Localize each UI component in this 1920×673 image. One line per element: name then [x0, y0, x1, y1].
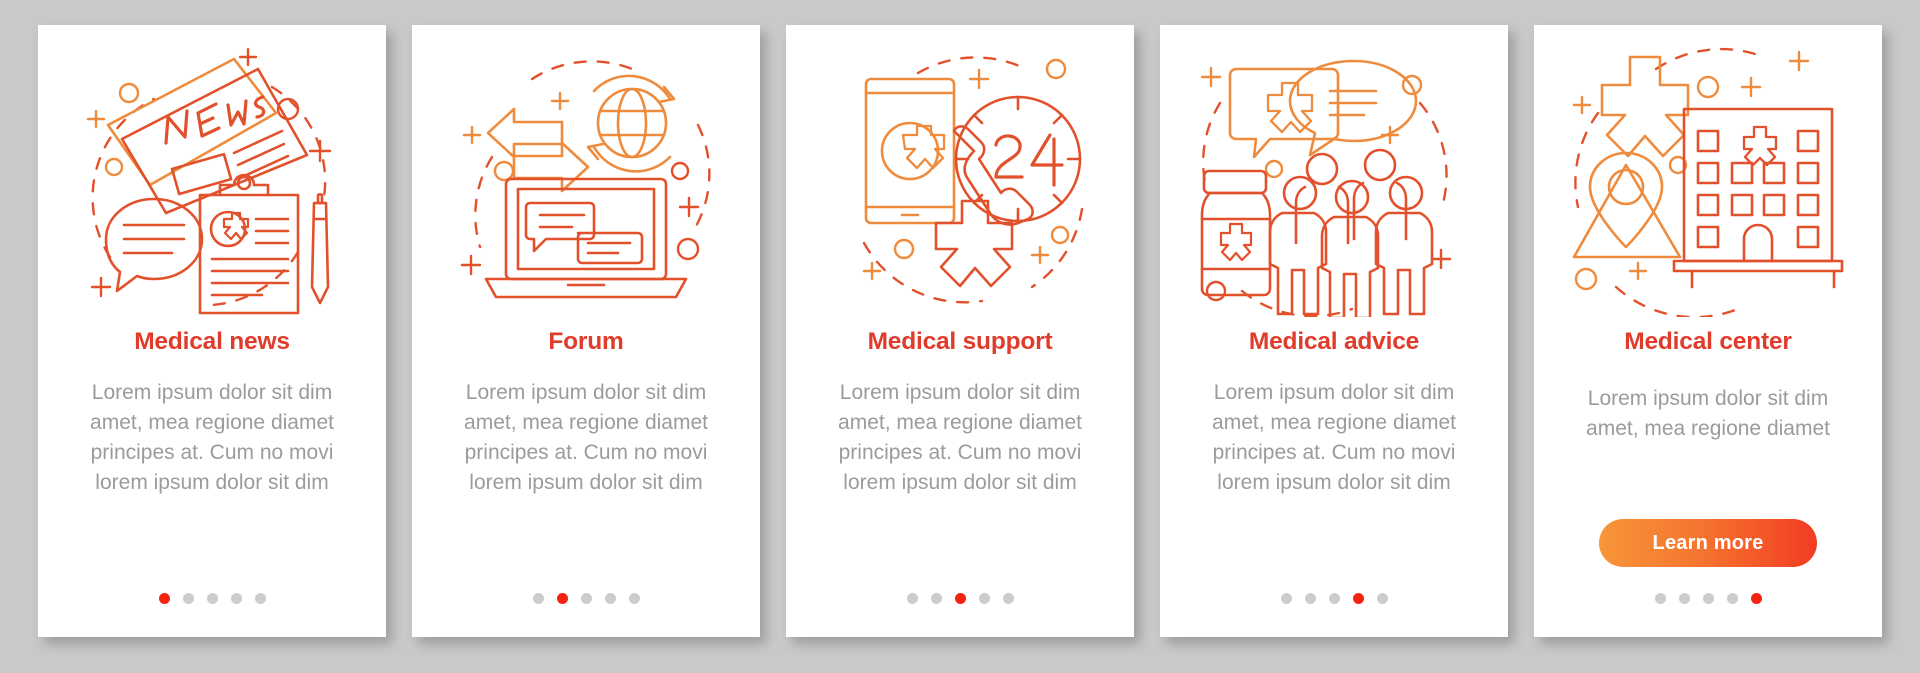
pagination-dot[interactable] — [1002, 593, 1014, 604]
pagination-dot[interactable] — [206, 593, 218, 604]
pagination-dot[interactable] — [1750, 593, 1762, 604]
pagination-dots[interactable] — [906, 593, 1014, 604]
card-description: Lorem ipsum dolor sit dim amet, mea regi… — [1212, 380, 1456, 494]
pagination-dot[interactable] — [628, 593, 640, 604]
card-title: Forum — [548, 328, 624, 355]
pagination-dot[interactable] — [978, 593, 990, 604]
pagination-dots[interactable] — [1280, 593, 1388, 604]
pagination-dot[interactable] — [604, 593, 616, 604]
pagination-dot[interactable] — [254, 593, 266, 604]
pagination-dots[interactable] — [1654, 593, 1762, 604]
card-description: Lorem ipsum dolor sit dim amet, mea regi… — [464, 380, 708, 494]
card-description: Lorem ipsum dolor sit dim amet, mea regi… — [90, 380, 334, 494]
pagination-dot[interactable] — [1280, 593, 1292, 604]
pagination-dot[interactable] — [1328, 593, 1340, 604]
pagination-dot[interactable] — [1352, 593, 1364, 604]
pagination-dot[interactable] — [1654, 593, 1666, 604]
onboarding-card-medical-center[interactable]: Medical center Lorem ipsum dolor sit dim… — [1534, 25, 1882, 637]
card-description: Lorem ipsum dolor sit dim amet, mea regi… — [838, 380, 1082, 494]
onboarding-card-forum[interactable]: Forum Lorem ipsum dolor sit dim amet, me… — [412, 25, 760, 637]
star-of-life-map-pin-hospital-building-icon — [1558, 47, 1858, 317]
card-description: Lorem ipsum dolor sit dim amet, mea regi… — [1586, 386, 1830, 440]
pagination-dot[interactable] — [1726, 593, 1738, 604]
card-title: Medical advice — [1248, 328, 1420, 355]
pagination-dot[interactable] — [532, 593, 544, 604]
newspaper-clipboard-speech-bubble-pen-icon — [62, 47, 362, 317]
pagination-dot[interactable] — [580, 593, 592, 604]
onboarding-screens-container: Medical news Lorem ipsum dolor sit dim a… — [0, 0, 1920, 673]
pagination-dot[interactable] — [556, 593, 568, 604]
pagination-dot[interactable] — [1376, 593, 1388, 604]
card-title: Medical news — [134, 328, 290, 355]
pagination-dot[interactable] — [930, 593, 942, 604]
pagination-dots[interactable] — [532, 593, 640, 604]
card-title: Medical center — [1624, 328, 1792, 355]
pagination-dots[interactable] — [158, 593, 266, 604]
onboarding-card-medical-support[interactable]: Medical support Lorem ipsum dolor sit di… — [786, 25, 1134, 637]
pagination-dot[interactable] — [1678, 593, 1690, 604]
arrows-globe-laptop-chat-icon — [436, 47, 736, 317]
learn-more-button[interactable]: Learn more — [1599, 519, 1817, 567]
onboarding-card-medical-news[interactable]: Medical news Lorem ipsum dolor sit dim a… — [38, 25, 386, 637]
pagination-dot[interactable] — [1304, 593, 1316, 604]
pagination-dot[interactable] — [906, 593, 918, 604]
smartphone-clock-24-handset-star-of-life-icon — [810, 47, 1110, 317]
card-title: Medical support — [867, 328, 1053, 355]
onboarding-card-medical-advice[interactable]: Medical advice Lorem ipsum dolor sit dim… — [1160, 25, 1508, 637]
speech-bubbles-pill-bottle-people-group-icon — [1184, 47, 1484, 317]
pagination-dot[interactable] — [158, 593, 170, 604]
pagination-dot[interactable] — [230, 593, 242, 604]
pagination-dot[interactable] — [954, 593, 966, 604]
pagination-dot[interactable] — [1702, 593, 1714, 604]
pagination-dot[interactable] — [182, 593, 194, 604]
